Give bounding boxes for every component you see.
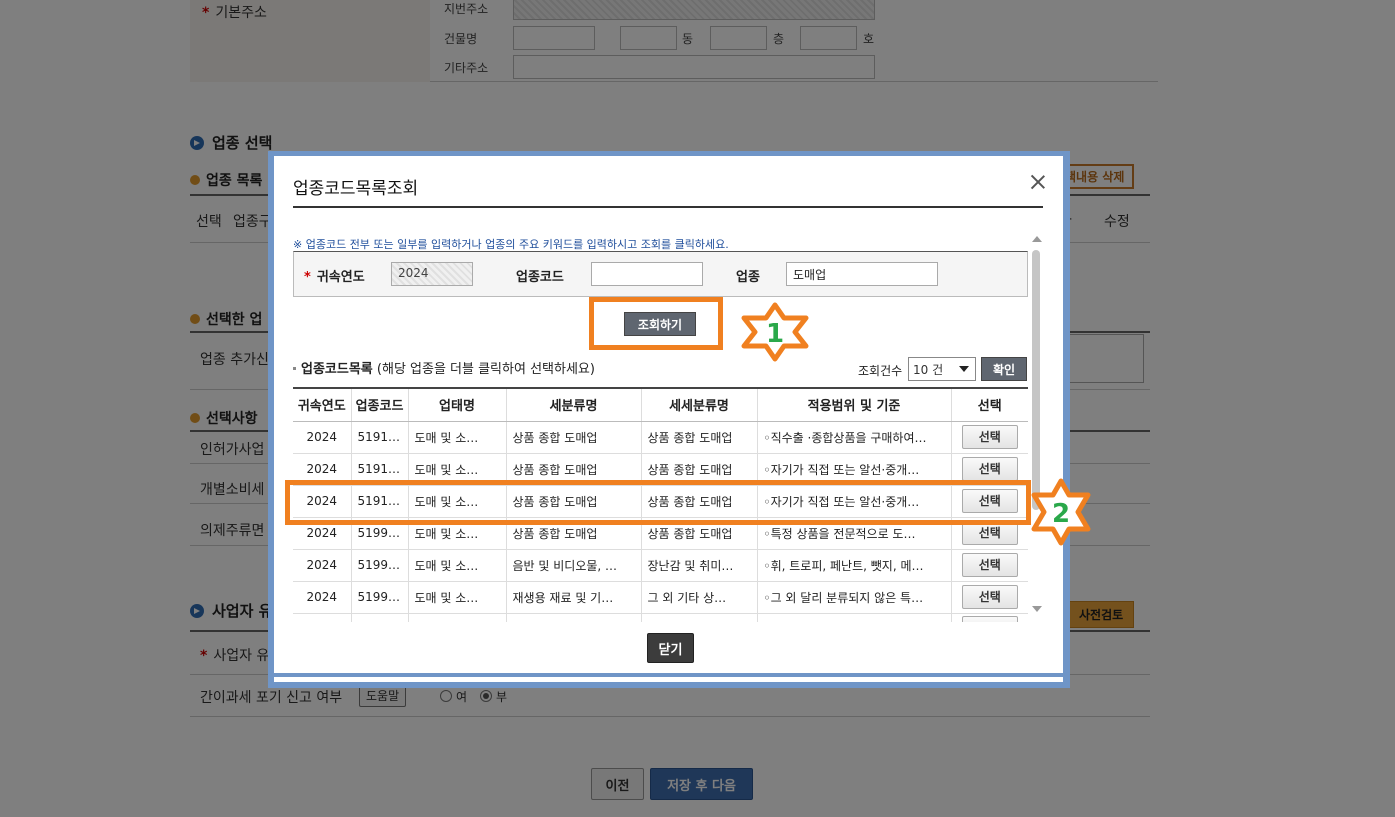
step-2-star-icon: 2 [1030, 478, 1092, 546]
cell-subsubclass: 장난감 및 취미… [641, 549, 758, 582]
highlight-row-519113 [285, 480, 1031, 525]
cell-scope: ◦휘, 트로피, 페난트, 뺏지, 메… [757, 549, 952, 582]
cell-code: 519992 [351, 581, 409, 614]
code-list-title-text: 업종코드목록 [301, 362, 373, 377]
cell-subclass: 음반 및 비디오물, … [506, 549, 642, 582]
cell-subclass [506, 613, 642, 622]
industry-label: 업종 [736, 270, 760, 285]
cell-subsubclass: 상품 종합 도매업 [641, 421, 758, 454]
select-button[interactable]: 선택 [961, 457, 1018, 481]
scroll-up-icon[interactable] [1032, 236, 1042, 242]
select-button[interactable]: 선택 [961, 585, 1018, 609]
highlight-search-button [589, 297, 723, 350]
cell-select: 선택 [951, 421, 1028, 454]
select-button[interactable]: 선택 [961, 425, 1018, 449]
search-notice: ※ 업종코드 전부 또는 일부를 입력하거나 업종의 주요 키워드를 입력하시고… [293, 238, 729, 251]
cell-select [951, 613, 1028, 622]
select-button[interactable] [961, 615, 1018, 622]
table-row[interactable]: 2024 519991 도매 및 소… 음반 및 비디오물, … 장난감 및 취… [293, 549, 1028, 582]
required-mark: * [304, 270, 311, 285]
scroll-down-icon[interactable] [1032, 606, 1042, 612]
year-label: * 귀속연도 [304, 266, 365, 285]
scroll-thumb[interactable] [1032, 250, 1040, 510]
vertical-scrollbar[interactable] [1030, 232, 1044, 622]
cell-code: 519111 [351, 421, 409, 454]
cell-business [408, 613, 507, 622]
col-scope: 적용범위 및 기준 [757, 387, 952, 422]
col-subclass: 세분류명 [506, 387, 642, 422]
cell-subclass: 상품 종합 도매업 [506, 421, 642, 454]
cell-scope [757, 613, 952, 622]
col-year: 귀속연도 [293, 387, 352, 422]
industry-code-modal: 업종코드목록조회 ※ 업종코드 전부 또는 일부를 입력하거나 업종의 주요 키… [274, 156, 1063, 673]
count-select-value: 10 건 [913, 363, 944, 377]
confirm-button[interactable]: 확인 [981, 357, 1027, 381]
select-button[interactable]: 선택 [961, 553, 1018, 577]
cell-business: 도매 및 소… [408, 581, 507, 614]
cell-year: 2024 [293, 549, 352, 582]
cell-subclass: 재생용 재료 및 기… [506, 581, 642, 614]
modal-frame-inner-border [274, 677, 1063, 682]
cell-year [293, 613, 352, 622]
title-rule [293, 206, 1043, 208]
modal-title: 업종코드목록조회 [293, 179, 419, 199]
industry-input[interactable]: 도매업 [786, 262, 938, 286]
cell-select: 선택 [951, 581, 1028, 614]
count-select[interactable]: 10 건 [908, 357, 976, 381]
close-icon[interactable] [1026, 170, 1050, 194]
cell-subsubclass [641, 613, 758, 622]
col-subsubclass: 세세분류명 [641, 387, 758, 422]
step-2-label: 2 [1052, 499, 1070, 529]
table-row[interactable] [293, 613, 1028, 622]
code-list-hint: (해당 업종을 더블 클릭하여 선택하세요) [376, 362, 595, 377]
star-svg: 1 [741, 302, 809, 362]
code-label: 업종코드 [516, 270, 564, 285]
cell-subsubclass: 그 외 기타 상… [641, 581, 758, 614]
count-label: 조회건수 [858, 364, 903, 378]
code-list-title: 업종코드목록 (해당 업종을 더블 클릭하여 선택하세요) [293, 358, 595, 377]
year-input[interactable]: 2024 [391, 262, 473, 286]
table-row[interactable]: 2024 519111 도매 및 소… 상품 종합 도매업 상품 종합 도매업 … [293, 421, 1028, 454]
cell-year: 2024 [293, 581, 352, 614]
year-label-text: 귀속연도 [316, 270, 365, 285]
step-1-label: 1 [766, 319, 784, 349]
col-select: 선택 [951, 387, 1028, 422]
close-button[interactable]: 닫기 [647, 633, 694, 663]
cell-code: 519991 [351, 549, 409, 582]
industry-code-input[interactable] [591, 262, 703, 286]
step-1-star-icon: 1 [740, 302, 810, 362]
col-business: 업태명 [408, 387, 507, 422]
table-header-row: 귀속연도 업종코드 업태명 세분류명 세세분류명 적용범위 및 기준 선택 [293, 387, 1028, 422]
cell-business: 도매 및 소… [408, 549, 507, 582]
col-code: 업종코드 [351, 387, 409, 422]
cell-business: 도매 및 소… [408, 421, 507, 454]
star-svg: 2 [1031, 478, 1091, 546]
modal-scroll-area: ※ 업종코드 전부 또는 일부를 입력하거나 업종의 주요 키워드를 입력하시고… [293, 232, 1029, 622]
table-row[interactable]: 2024 519992 도매 및 소… 재생용 재료 및 기… 그 외 기타 상… [293, 581, 1028, 614]
cell-scope: ◦직수출 ·종합상품을 구매하여… [757, 421, 952, 454]
search-form: * 귀속연도 2024 업종코드 업종 도매업 [293, 251, 1028, 297]
cell-code [351, 613, 409, 622]
cell-scope: ◦그 외 달리 분류되지 않은 특… [757, 581, 952, 614]
cell-year: 2024 [293, 421, 352, 454]
cell-select: 선택 [951, 549, 1028, 582]
bullet-icon [293, 367, 296, 370]
